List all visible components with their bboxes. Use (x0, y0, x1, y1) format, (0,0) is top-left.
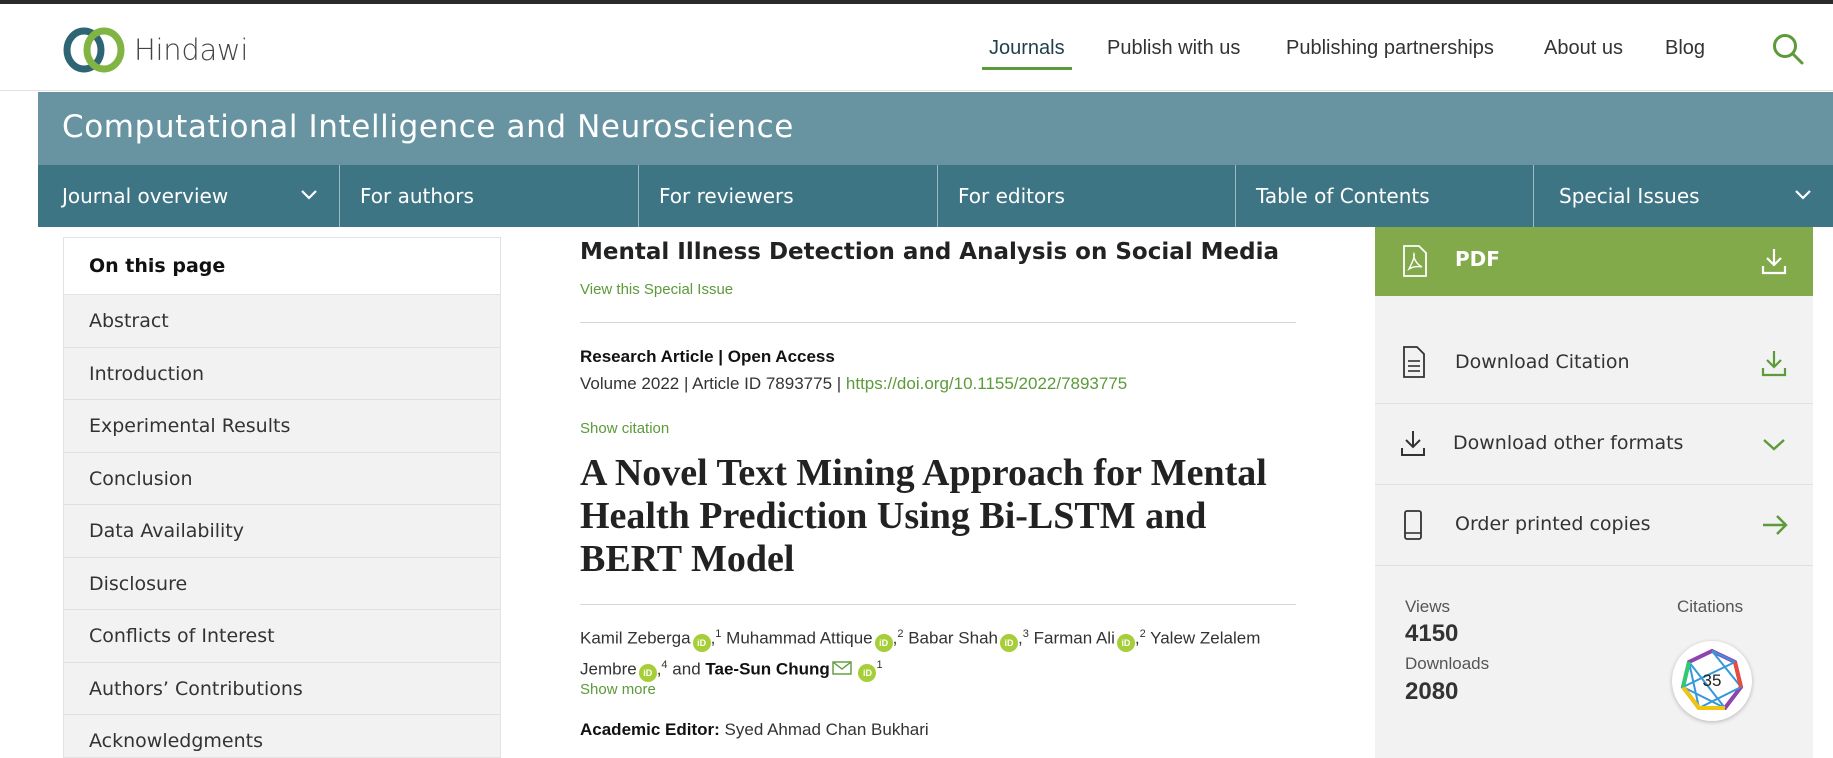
journal-nav-table-of-contents-label: Table of Contents (1256, 184, 1430, 208)
nav-blog[interactable]: Blog (1665, 37, 1705, 60)
chevron-down-icon (1763, 439, 1785, 451)
sidebar-item-authors-contributions[interactable]: Authors’ Contributions (64, 663, 500, 715)
download-other-formats-row[interactable]: Download other formats (1375, 405, 1813, 485)
book-icon (1404, 510, 1422, 540)
document-icon (1403, 346, 1425, 378)
journal-band: Computational Intelligence and Neuroscie… (38, 92, 1833, 165)
academic-editor: Academic Editor: Syed Ahmad Chan Bukhari (580, 720, 929, 740)
chevron-down-icon (1795, 190, 1811, 200)
journal-nav-special-issues-label: Special Issues (1559, 184, 1700, 208)
article-type: Research Article | Open Access (580, 347, 835, 366)
volume-text: Volume 2022 | Article ID 7893775 | (580, 374, 846, 393)
journal-nav-for-reviewers[interactable]: For reviewers (639, 165, 938, 227)
arrow-right-icon (1763, 515, 1788, 535)
sidebar-item-disclosure[interactable]: Disclosure (64, 558, 500, 610)
order-printed-copies-label: Order printed copies (1455, 513, 1651, 535)
show-citation-link[interactable]: Show citation (580, 420, 669, 437)
author-list: Kamil Zeberga iD ,1 Muhammad Attique iD ,2 B… (580, 621, 1296, 683)
search-icon[interactable] (1771, 32, 1805, 66)
author-conjunction: and (672, 659, 701, 679)
download-citation-row[interactable]: Download Citation (1375, 324, 1813, 404)
divider (580, 604, 1296, 605)
orcid-icon[interactable]: iD (692, 633, 711, 652)
nav-publishing-partnerships[interactable]: Publishing partnerships (1286, 37, 1494, 60)
author-affiliation: 4 (661, 658, 668, 671)
article-title: A Novel Text Mining Approach for Mental … (580, 452, 1267, 580)
download-other-formats-label: Download other formats (1453, 432, 1684, 454)
orcid-icon[interactable]: iD (858, 664, 877, 683)
download-icon (1761, 249, 1787, 275)
logo-text: Hindawi (134, 33, 249, 67)
nav-active-underline (982, 67, 1072, 70)
author-name[interactable]: Kamil Zeberga (580, 629, 691, 648)
citations-count: 35 (1702, 671, 1722, 690)
journal-nav-for-editors-label: For editors (958, 184, 1065, 208)
author-affiliation: 1 (876, 658, 883, 671)
author-affiliation: 2 (1139, 628, 1146, 640)
journal-nav-for-authors-label: For authors (360, 184, 474, 208)
journal-nav-for-editors[interactable]: For editors (938, 165, 1236, 227)
academic-editor-name: Syed Ahmad Chan Bukhari (724, 720, 929, 739)
download-icon (1401, 431, 1425, 456)
views-count: 4150 (1405, 620, 1459, 647)
show-more-link[interactable]: Show more (580, 681, 656, 698)
download-citation-label: Download Citation (1455, 351, 1630, 373)
sidebar-item-abstract[interactable]: Abstract (64, 295, 500, 348)
pdf-file-icon (1403, 245, 1427, 277)
view-special-issue-link[interactable]: View this Special Issue (580, 281, 733, 298)
sidebar-item-experimental-results[interactable]: Experimental Results (64, 400, 500, 453)
journal-nav-for-authors[interactable]: For authors (340, 165, 639, 227)
on-this-page-sidebar: On this page Abstract Introduction Exper… (63, 237, 501, 758)
citations-label: Citations (1677, 597, 1744, 616)
orcid-icon[interactable]: iD (638, 664, 657, 683)
divider (580, 322, 1296, 323)
author-name[interactable]: Babar Shah (908, 629, 998, 648)
academic-editor-label: Academic Editor: (580, 720, 720, 739)
dimensions-citation-badge[interactable]: 35 (1672, 641, 1752, 721)
download-icon (1761, 351, 1787, 377)
orcid-icon[interactable]: iD (1116, 633, 1135, 652)
author-name[interactable]: Muhammad Attique (726, 629, 872, 648)
pdf-label: PDF (1455, 247, 1500, 271)
orcid-icon[interactable]: iD (1000, 633, 1019, 652)
nav-about-us[interactable]: About us (1544, 37, 1623, 60)
journal-nav-special-issues[interactable]: Special Issues (1534, 165, 1833, 227)
downloads-count: 2080 (1405, 678, 1459, 705)
author-name[interactable]: Farman Ali (1034, 629, 1115, 648)
volume-line: Volume 2022 | Article ID 7893775 | https… (580, 374, 1127, 394)
views-label: Views (1405, 597, 1451, 616)
sidebar-item-acknowledgments[interactable]: Acknowledgments (64, 715, 500, 758)
doi-link[interactable]: https://doi.org/10.1155/2022/7893775 (846, 374, 1127, 393)
journal-nav-table-of-contents[interactable]: Table of Contents (1236, 165, 1534, 227)
site-header: Hindawi Journals Publish with us Publish… (0, 4, 1833, 91)
journal-nav-overview-label: Journal overview (62, 184, 229, 208)
nav-journals[interactable]: Journals (989, 37, 1065, 60)
journal-nav: Journal overview For authors For reviewe… (38, 165, 1833, 227)
journal-nav-for-reviewers-label: For reviewers (659, 184, 794, 208)
nav-publish-with-us[interactable]: Publish with us (1107, 37, 1240, 60)
journal-nav-overview[interactable]: Journal overview (38, 165, 340, 227)
sidebar-item-conflicts-of-interest[interactable]: Conflicts of Interest (64, 610, 500, 663)
sidebar-item-introduction[interactable]: Introduction (64, 348, 500, 400)
order-printed-copies-row[interactable]: Order printed copies (1375, 486, 1813, 566)
orcid-icon[interactable]: iD (874, 633, 893, 652)
journal-title[interactable]: Computational Intelligence and Neuroscie… (62, 109, 794, 145)
hindawi-logo-icon (63, 27, 125, 73)
author-affiliation: 2 (897, 628, 904, 640)
author-name-corresponding[interactable]: Tae-Sun Chung (705, 659, 829, 678)
sidebar-item-conclusion[interactable]: Conclusion (64, 453, 500, 505)
downloads-label: Downloads (1405, 654, 1490, 673)
sidebar-heading: On this page (64, 238, 500, 295)
pdf-button[interactable]: PDF (1375, 227, 1813, 296)
sidebar-item-data-availability[interactable]: Data Availability (64, 505, 500, 558)
author-affiliation: 3 (1022, 628, 1029, 640)
article-tools-panel: PDF Download Citation Download other for… (1375, 227, 1813, 758)
email-icon[interactable] (832, 661, 852, 676)
special-issue-title: Mental Illness Detection and Analysis on… (580, 239, 1279, 265)
chevron-down-icon (301, 190, 317, 200)
hindawi-logo[interactable]: Hindawi (62, 24, 248, 76)
author-affiliation: 1 (715, 628, 722, 640)
